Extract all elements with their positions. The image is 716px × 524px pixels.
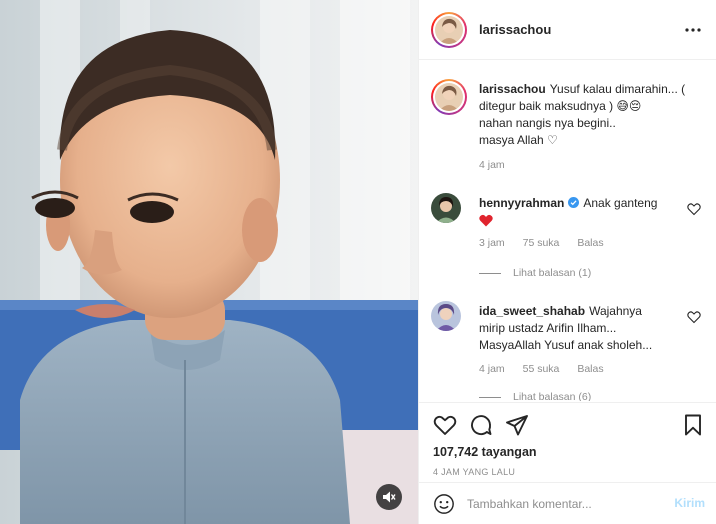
comment-username[interactable]: hennyyrahman <box>479 196 564 210</box>
caption-time[interactable]: 4 jam <box>479 159 505 171</box>
view-count[interactable]: 107,742 tayangan <box>433 445 537 459</box>
comment-input[interactable] <box>467 492 663 516</box>
comment-meta: 4 jam 55 suka Balas <box>479 363 619 375</box>
comment-composer: Kirim <box>419 482 716 524</box>
comment-like-icon[interactable] <box>687 310 701 324</box>
comment-text: ida_sweet_shahab Wajahnya mirip ustadz Ar… <box>479 303 679 354</box>
comment-body: Anak ganteng <box>583 196 658 210</box>
post-timestamp[interactable]: 4 JAM YANG LALU <box>433 467 515 477</box>
speech-bubble-icon[interactable] <box>469 413 493 437</box>
comment-likes[interactable]: 75 suka <box>523 237 560 249</box>
more-options-button[interactable] <box>681 18 705 42</box>
post-side-panel: larissachou larissachou Yusuf kalau dimar… <box>418 0 716 524</box>
caption-line: ditegur baik maksudnya ) 😅😔 <box>479 99 642 113</box>
comment-username[interactable]: ida_sweet_shahab <box>479 304 585 318</box>
bookmark-icon[interactable] <box>681 413 705 437</box>
comment-text: hennyyrahman Anak ganteng <box>479 195 679 232</box>
post-photo <box>0 0 418 524</box>
caption-avatar[interactable] <box>431 79 467 115</box>
comment-time[interactable]: 3 jam <box>479 237 505 249</box>
paper-plane-icon[interactable] <box>505 413 529 437</box>
comment-time[interactable]: 4 jam <box>479 363 505 375</box>
caption-text: larissachou Yusuf kalau dimarahin... ( di… <box>479 81 707 149</box>
post-media[interactable] <box>0 0 418 524</box>
speaker-muted-icon <box>383 491 396 503</box>
replies-divider <box>479 272 501 274</box>
view-replies-button[interactable]: Lihat balasan (1) <box>479 267 591 279</box>
comment-likes[interactable]: 55 suka <box>523 363 560 375</box>
caption-line: nahan nangis nya begini.. <box>479 116 616 130</box>
comment-meta: 3 jam 75 suka Balas <box>479 237 619 249</box>
reply-button[interactable]: Balas <box>577 237 603 249</box>
caption-meta: 4 jam <box>479 159 520 171</box>
more-horizontal-icon <box>685 28 701 32</box>
post-header: larissachou <box>419 0 716 60</box>
heart-outline-icon[interactable] <box>433 413 457 437</box>
caption-line: Yusuf kalau dimarahin... ( <box>549 82 686 96</box>
caption-line: masya Allah ♡ <box>479 133 558 147</box>
commenter-avatar[interactable] <box>431 301 461 331</box>
red-heart-emoji-icon <box>479 214 493 227</box>
view-replies-label: Lihat balasan (6) <box>513 391 592 401</box>
replies-divider <box>479 396 501 398</box>
comment-like-icon[interactable] <box>687 202 701 216</box>
post-comment-button[interactable]: Kirim <box>674 496 705 510</box>
comments-list[interactable]: larissachou Yusuf kalau dimarahin... ( di… <box>419 61 716 401</box>
author-avatar[interactable] <box>431 12 467 48</box>
view-replies-button[interactable]: Lihat balasan (6) <box>479 391 591 401</box>
commenter-avatar[interactable] <box>431 193 461 223</box>
author-username[interactable]: larissachou <box>479 22 551 37</box>
comment-body: mirip ustadz Arifin Ilham... <box>479 321 617 335</box>
caption-username[interactable]: larissachou <box>479 82 546 96</box>
mute-button[interactable] <box>376 484 402 510</box>
comment-body: MasyaAllah Yusuf anak sholeh... <box>479 338 653 352</box>
verified-badge-icon <box>568 197 580 208</box>
smiley-icon[interactable] <box>433 493 455 515</box>
view-replies-label: Lihat balasan (1) <box>513 267 592 279</box>
comment-body: Wajahnya <box>589 304 642 318</box>
reply-button[interactable]: Balas <box>577 363 603 375</box>
